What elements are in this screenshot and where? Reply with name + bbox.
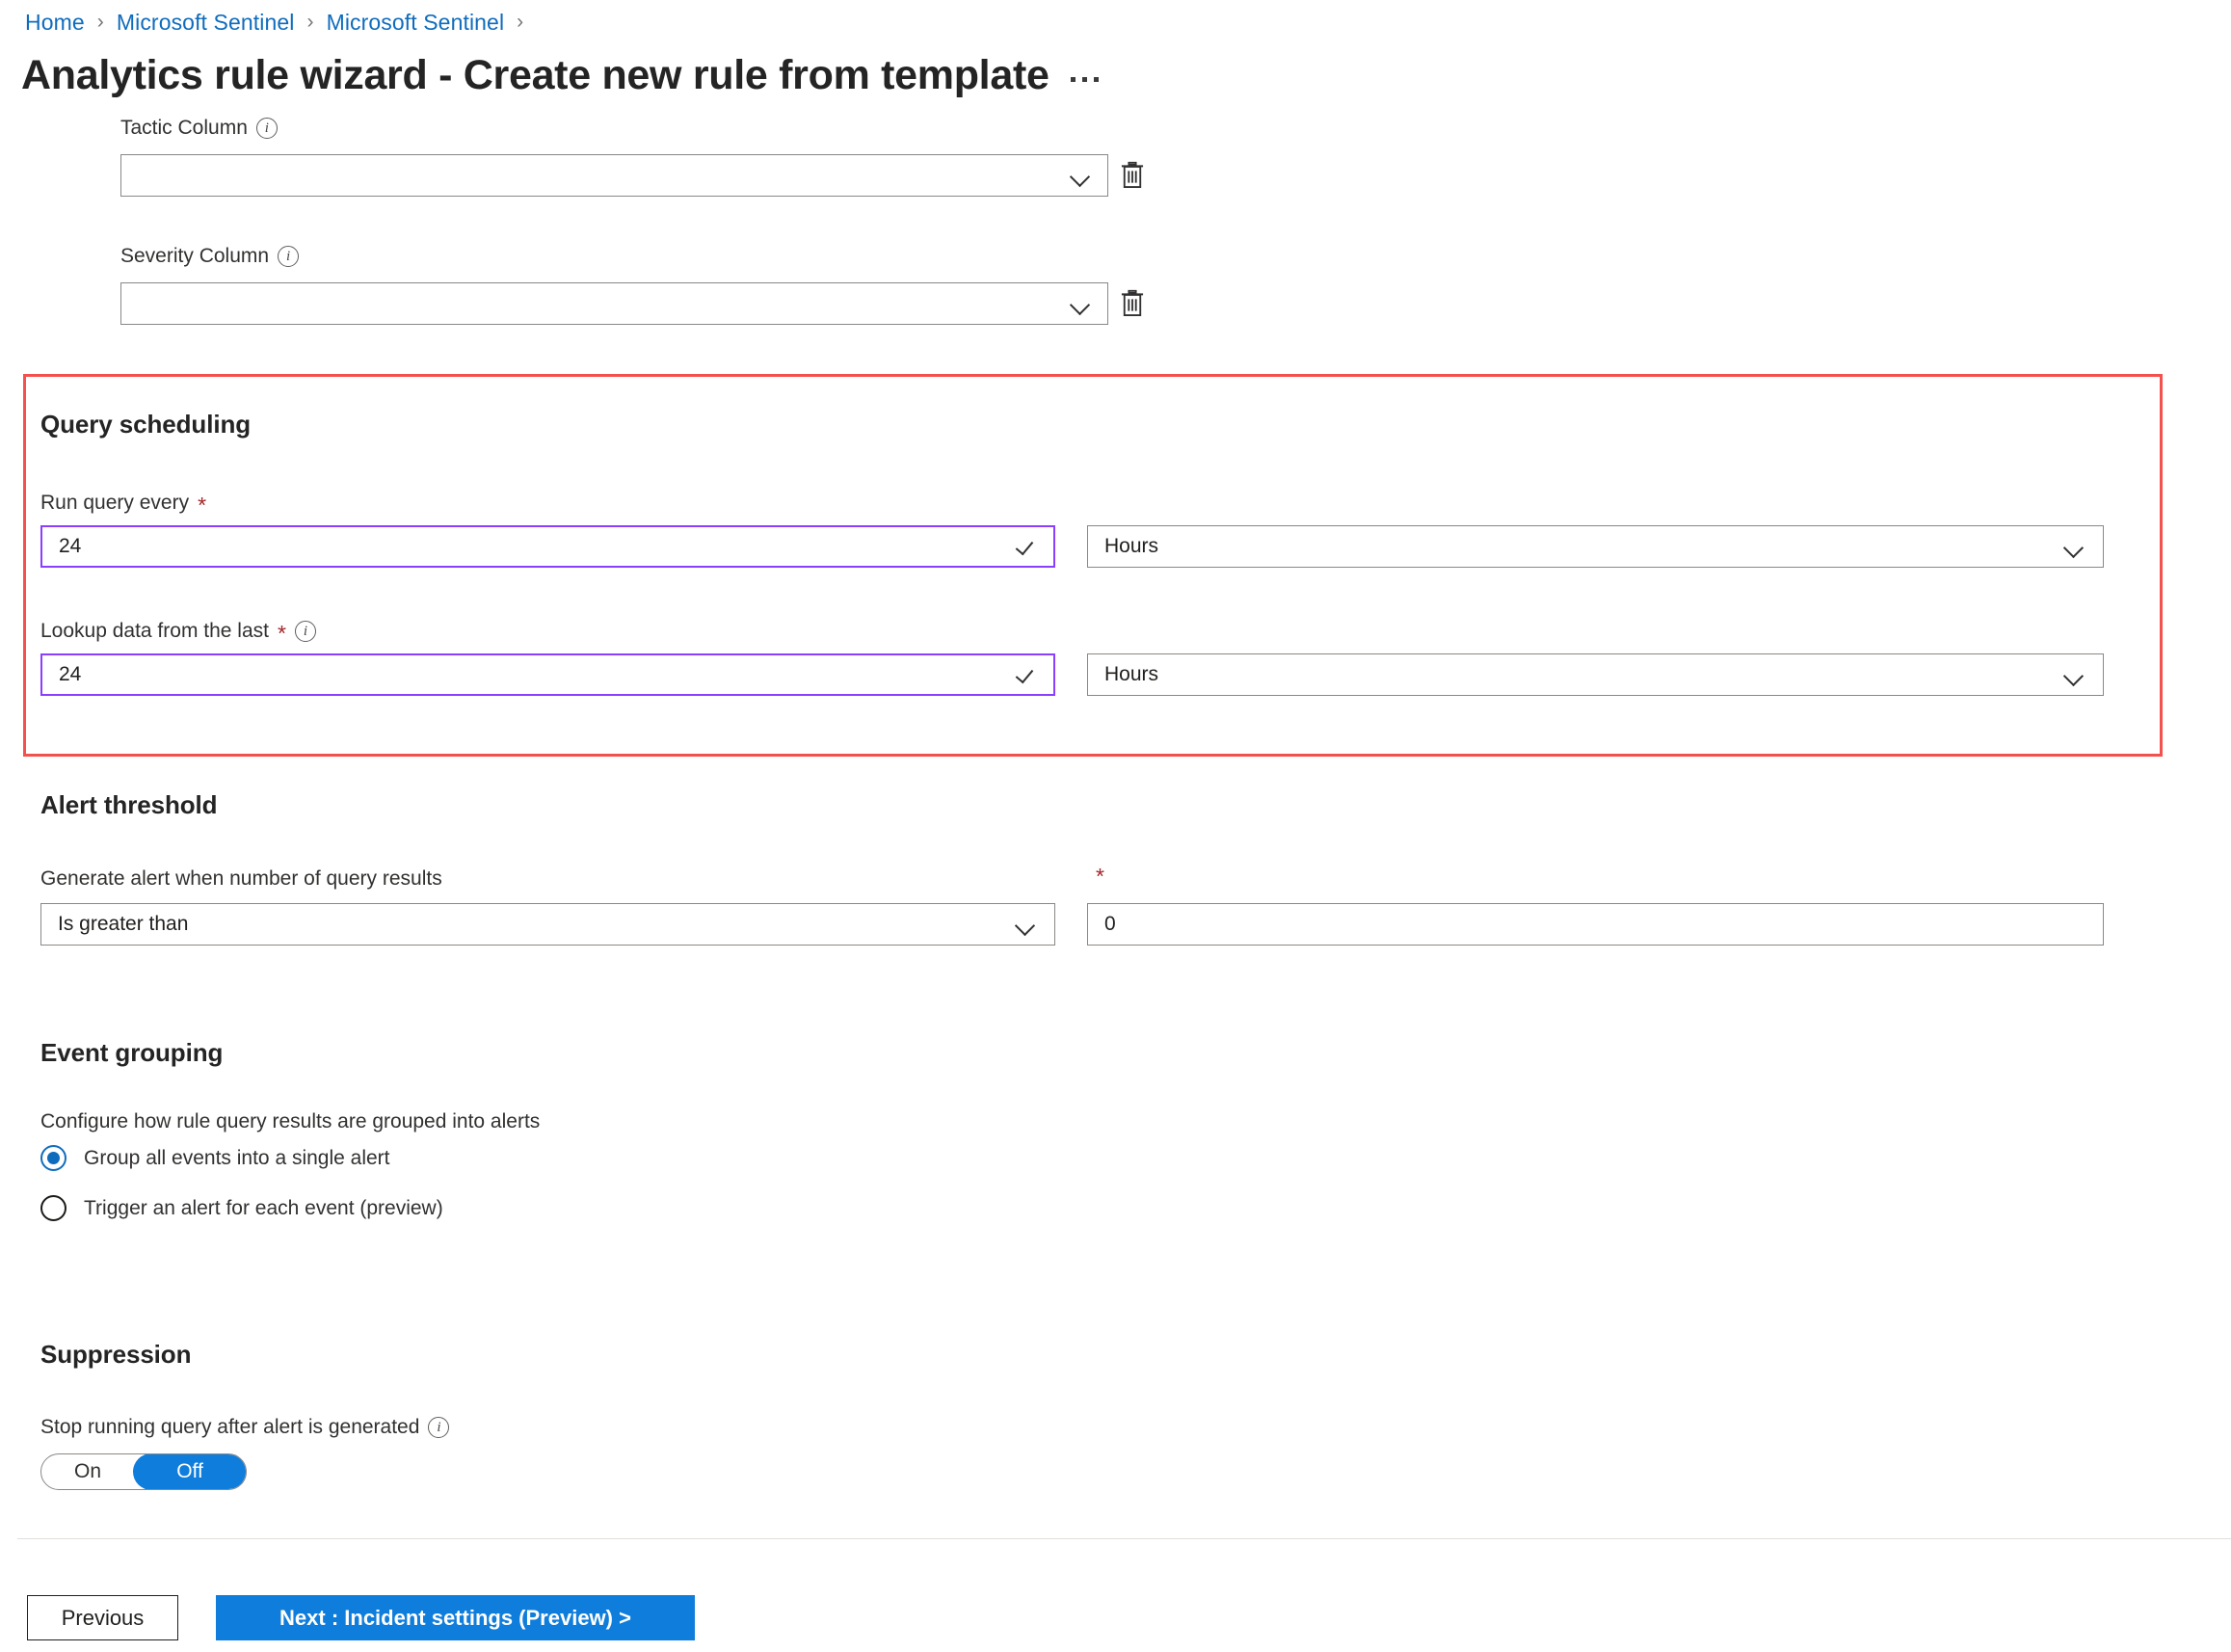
- radio-button-unselected[interactable]: [40, 1195, 66, 1221]
- suppression-toggle-on-option[interactable]: On: [41, 1454, 134, 1489]
- chevron-down-icon: [1068, 291, 1093, 316]
- tactic-column-label: Tactic Column: [120, 117, 248, 139]
- lookup-data-unit-value: Hours: [1104, 663, 1159, 685]
- info-icon[interactable]: i: [278, 246, 300, 268]
- event-grouping-option-label: Trigger an alert for each event (preview…: [84, 1196, 443, 1219]
- severity-column-label: Severity Column: [120, 245, 270, 267]
- run-query-every-unit-select[interactable]: Hours: [1087, 525, 2104, 568]
- tactic-column-label-group: Tactic Column i: [120, 116, 278, 141]
- suppression-toggle-off-option[interactable]: Off: [133, 1454, 246, 1489]
- suppression-toggle[interactable]: On Off: [40, 1453, 247, 1490]
- info-icon[interactable]: i: [294, 621, 316, 643]
- lookup-data-label: Lookup data from the last: [40, 620, 269, 642]
- info-icon[interactable]: i: [428, 1417, 450, 1439]
- run-query-every-unit-value: Hours: [1104, 535, 1159, 557]
- event-grouping-option-group-all[interactable]: Group all events into a single alert: [40, 1145, 390, 1171]
- delete-tactic-column-button[interactable]: [1113, 156, 1152, 195]
- run-query-every-label-group: Run query every *: [40, 491, 206, 516]
- alert-threshold-operator-select[interactable]: Is greater than: [40, 903, 1055, 946]
- run-query-every-label: Run query every: [40, 492, 190, 514]
- radio-button-selected[interactable]: [40, 1145, 66, 1171]
- info-icon[interactable]: i: [255, 118, 278, 140]
- required-indicator: *: [198, 492, 207, 518]
- delete-severity-column-button[interactable]: [1113, 284, 1152, 323]
- footer-divider: [17, 1538, 2231, 1539]
- alert-threshold-value-input[interactable]: 0: [1087, 903, 2104, 946]
- chevron-down-icon: [1013, 912, 1038, 937]
- suppression-toggle-label-group: Stop running query after alert is genera…: [40, 1415, 450, 1440]
- alert-threshold-operator-label: Generate alert when number of query resu…: [40, 867, 442, 890]
- check-icon: [1014, 534, 1039, 559]
- trash-icon: [1121, 289, 1144, 316]
- event-grouping-option-label: Group all events into a single alert: [84, 1146, 390, 1169]
- chevron-down-icon: [1068, 163, 1093, 188]
- severity-column-select[interactable]: [120, 282, 1108, 325]
- lookup-data-value: 24: [59, 663, 82, 685]
- run-query-every-input[interactable]: 24: [40, 525, 1055, 568]
- alert-threshold-operator-value: Is greater than: [58, 913, 189, 935]
- lookup-data-unit-select[interactable]: Hours: [1087, 653, 2104, 696]
- lookup-data-input[interactable]: 24: [40, 653, 1055, 696]
- lookup-data-label-group: Lookup data from the last * i: [40, 619, 316, 644]
- alert-threshold-heading: Alert threshold: [40, 790, 218, 819]
- suppression-toggle-label: Stop running query after alert is genera…: [40, 1416, 420, 1438]
- suppression-heading: Suppression: [40, 1340, 192, 1369]
- chevron-down-icon: [2061, 662, 2086, 687]
- query-scheduling-heading: Query scheduling: [40, 410, 252, 439]
- event-grouping-heading: Event grouping: [40, 1038, 224, 1067]
- chevron-down-icon: [2061, 534, 2086, 559]
- event-grouping-option-trigger-each[interactable]: Trigger an alert for each event (preview…: [40, 1195, 443, 1221]
- check-icon: [1014, 662, 1039, 687]
- trash-icon: [1121, 161, 1144, 188]
- form-content: Tactic Column i Severity Column i Query …: [0, 0, 2231, 1652]
- next-button[interactable]: Next : Incident settings (Preview) >: [216, 1595, 695, 1640]
- required-indicator: *: [1096, 864, 1104, 889]
- required-indicator: *: [277, 620, 286, 646]
- alert-threshold-value: 0: [1104, 913, 1116, 935]
- tactic-column-select[interactable]: [120, 154, 1108, 197]
- previous-button[interactable]: Previous: [27, 1595, 178, 1640]
- run-query-every-value: 24: [59, 535, 82, 557]
- event-grouping-description: Configure how rule query results are gro…: [40, 1110, 541, 1132]
- severity-column-label-group: Severity Column i: [120, 244, 300, 269]
